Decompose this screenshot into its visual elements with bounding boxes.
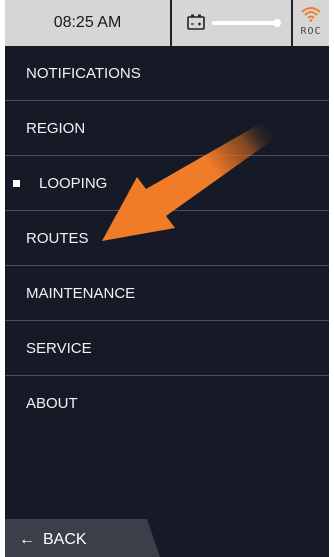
menu-item-label: REGION [26, 120, 86, 137]
clock-time: 08:25 AM [53, 14, 122, 31]
menu-item-looping[interactable]: LOOPING [5, 156, 329, 211]
level-slider-knob[interactable] [273, 19, 281, 27]
back-button-content: ← BACK [19, 519, 87, 557]
selected-bullet-icon [13, 180, 20, 187]
menu-item-label: NOTIFICATIONS [26, 65, 141, 82]
back-button[interactable]: ← BACK [5, 519, 160, 557]
back-button-label: BACK [43, 531, 87, 548]
menu-item-label: SERVICE [26, 340, 92, 357]
arrow-left-icon: ← [19, 531, 35, 548]
menu-item-label: ROUTES [26, 230, 89, 247]
battery-icon [187, 14, 205, 30]
menu-item-label: ABOUT [26, 395, 78, 412]
menu-item-label: MAINTENANCE [26, 285, 136, 302]
menu-item-maintenance[interactable]: MAINTENANCE [5, 266, 329, 321]
connection-status: ROC [293, 4, 329, 44]
menu-item-label: LOOPING [39, 175, 108, 192]
menu-item-notifications[interactable]: NOTIFICATIONS [5, 46, 329, 101]
device-screen: 08:25 AM ROC NOTIFICATIONS REGION LOOPIN… [5, 0, 329, 557]
wifi-signal-icon [301, 7, 321, 22]
menu-item-about[interactable]: ABOUT [5, 376, 329, 431]
level-slider[interactable] [212, 21, 280, 25]
level-slider-fill [212, 21, 270, 25]
menu-item-routes[interactable]: ROUTES [5, 211, 329, 266]
menu-item-service[interactable]: SERVICE [5, 321, 329, 376]
status-bar: 08:25 AM ROC [5, 0, 329, 46]
menu-item-region[interactable]: REGION [5, 101, 329, 156]
settings-menu: NOTIFICATIONS REGION LOOPING ROUTES MAIN… [5, 46, 329, 431]
roc-badge: ROC [300, 26, 322, 37]
status-divider [170, 0, 172, 46]
